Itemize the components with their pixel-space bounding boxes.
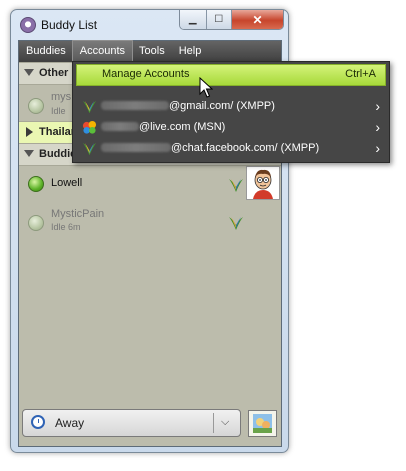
shortcut-label: Ctrl+A [345, 68, 376, 80]
pidgin-app-icon [20, 17, 36, 33]
account-label: @live.com (MSN) [139, 121, 226, 133]
buddy-status: Idle [51, 106, 66, 116]
group-name: Other [39, 67, 69, 79]
buddy-status: Idle 6m [51, 222, 81, 232]
divider [213, 413, 214, 433]
chevron-right-icon: › [375, 119, 380, 135]
menu-item-label: Manage Accounts [102, 68, 190, 80]
title-bar[interactable]: Buddy List ▁ ☐ ✕ [11, 10, 288, 40]
status-selector[interactable]: Away ⌵ [22, 409, 241, 437]
buddy-avatar [246, 166, 280, 200]
buddy-row-mysticpain[interactable]: MysticPain Idle 6m [19, 206, 281, 239]
expand-arrow-icon[interactable] [24, 150, 34, 157]
status-label: Away [55, 416, 85, 430]
chevron-right-icon: › [375, 140, 380, 156]
account-label: @chat.facebook.com/ (XMPP) [171, 142, 320, 154]
account-label: @gmail.com/ (XMPP) [169, 100, 275, 112]
buddy-icon-button[interactable] [248, 410, 277, 437]
menu-accounts[interactable]: Accounts [71, 40, 134, 63]
chevron-right-icon: › [375, 98, 380, 114]
menu-item-account-facebook[interactable]: @chat.facebook.com/ (XMPP) › [73, 138, 389, 159]
redacted-username [101, 122, 139, 131]
mouse-cursor-icon [199, 77, 213, 98]
buddy-name: MysticPain [51, 208, 105, 220]
xmpp-icon [82, 142, 97, 156]
buddy-name: mys [51, 91, 72, 103]
chevron-down-icon[interactable]: ⌵ [221, 416, 229, 429]
xmpp-icon [82, 100, 97, 114]
idle-status-icon [28, 98, 44, 114]
msn-butterfly-icon [82, 120, 97, 134]
menu-tools[interactable]: Tools [132, 41, 172, 62]
minimize-button[interactable]: ▁ [180, 10, 207, 29]
redacted-username [101, 143, 171, 152]
expand-arrow-icon[interactable] [24, 69, 34, 76]
collapsed-arrow-icon[interactable] [26, 127, 33, 137]
away-clock-icon [31, 415, 45, 429]
menu-bar: Buddies Accounts Tools Help [19, 40, 281, 63]
idle-status-icon [28, 215, 44, 231]
menu-item-manage-accounts[interactable]: Manage Accounts Ctrl+A [76, 64, 386, 86]
close-button[interactable]: ✕ [232, 10, 283, 29]
buddy-row-lowell[interactable]: Lowell [19, 168, 281, 201]
menu-item-account-gmail[interactable]: @gmail.com/ (XMPP) › [73, 96, 389, 117]
redacted-username [101, 101, 169, 110]
maximize-button[interactable]: ☐ [206, 10, 233, 29]
menu-buddies[interactable]: Buddies [19, 41, 73, 62]
xmpp-icon [229, 217, 243, 230]
menu-item-account-msn[interactable]: @live.com (MSN) › [73, 117, 389, 138]
window-controls: ▁ ☐ ✕ [179, 10, 284, 30]
available-status-icon [28, 176, 44, 192]
xmpp-icon [229, 179, 243, 192]
accounts-menu: Manage Accounts Ctrl+A @gmail.com/ (XMPP… [72, 61, 390, 163]
menu-help[interactable]: Help [172, 41, 209, 62]
buddy-name: Lowell [51, 177, 83, 189]
group-name: Buddie [39, 148, 77, 160]
window-title: Buddy List [41, 18, 98, 32]
